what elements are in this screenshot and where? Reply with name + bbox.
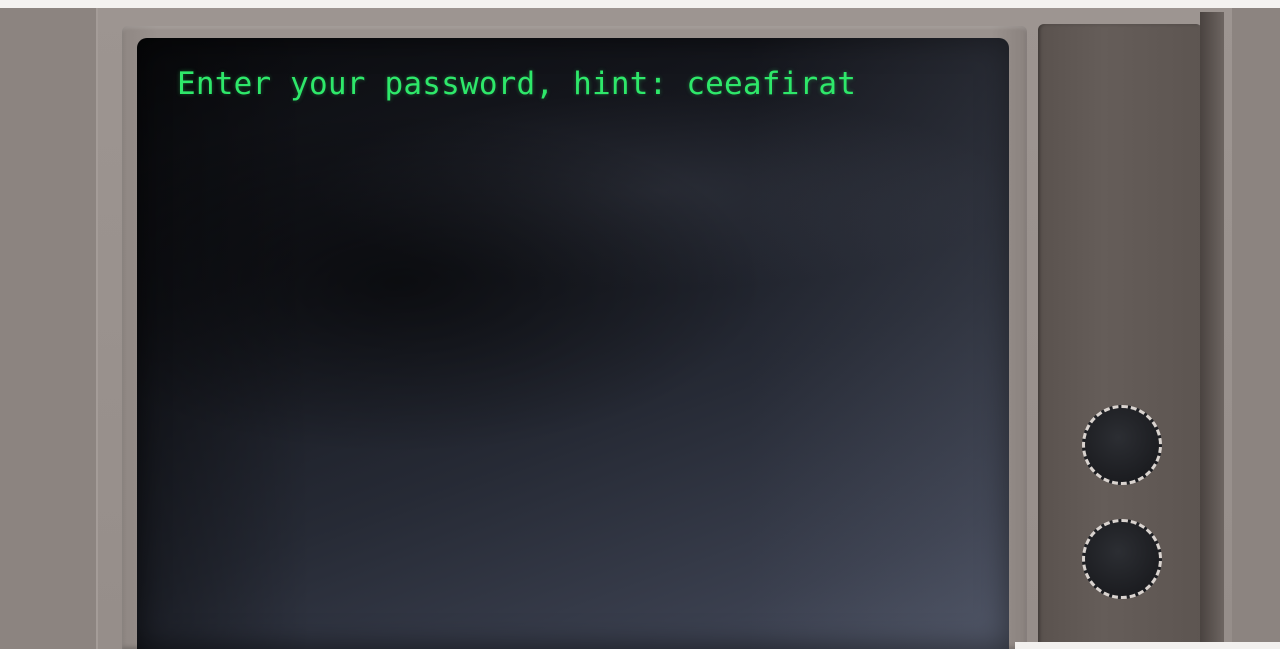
background-wall-left bbox=[0, 8, 100, 649]
dial-knob-bottom[interactable] bbox=[1082, 519, 1162, 599]
panel-edge bbox=[1200, 12, 1224, 649]
crt-screen[interactable]: Enter your password, hint: ceeafirat bbox=[137, 38, 1009, 649]
bottom-right-strip bbox=[1015, 642, 1280, 649]
top-strip bbox=[0, 0, 1280, 8]
retro-computer-scene: Enter your password, hint: ceeafirat bbox=[0, 0, 1280, 649]
dial-knob-top[interactable] bbox=[1082, 405, 1162, 485]
password-prompt: Enter your password, hint: ceeafirat bbox=[177, 66, 857, 102]
